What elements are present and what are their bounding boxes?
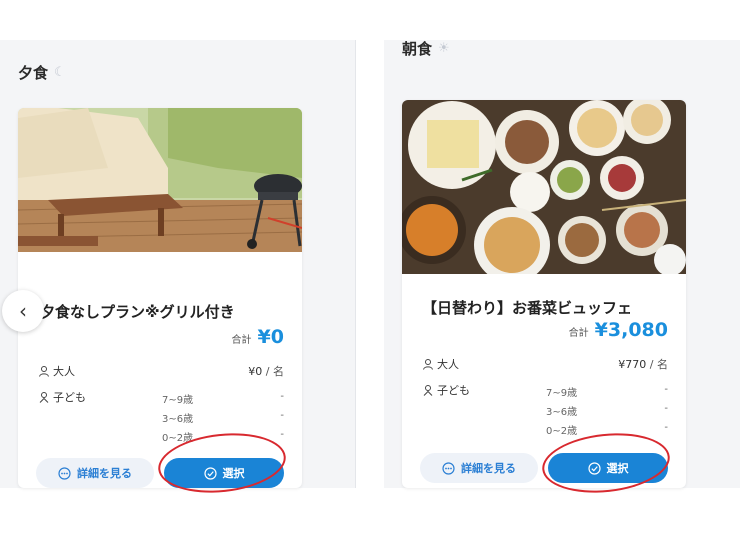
grill-deck-photo — [18, 108, 302, 252]
dinner-total-price: ¥0 — [257, 326, 284, 348]
dinner-plan-card: 夕食なしプラン※グリル付き 合計 ¥0 大人 ¥0 / 名 子ども 7~9歳 - … — [18, 108, 302, 488]
buffet-food-photo — [402, 100, 686, 274]
breakfast-panel: 朝食 ☀ 【日替わり】お番菜ビュッフェ 合計 ¥3,080 大人 ¥770 / … — [384, 40, 740, 488]
breakfast-age-row-1: 7~9歳 - — [546, 384, 668, 399]
breakfast-total: 合計 ¥3,080 — [568, 319, 668, 341]
sun-icon: ☀ — [438, 41, 450, 56]
breakfast-age-row-3: 0~2歳 - — [546, 422, 668, 437]
person-icon — [39, 366, 49, 377]
dinner-age-row-3: 0~2歳 - — [162, 429, 284, 444]
dinner-adult-row: 大人 ¥0 / 名 — [38, 363, 284, 379]
person-icon — [423, 359, 433, 370]
breakfast-section-title: 朝食 ☀ — [402, 40, 450, 58]
dinner-age-row-1: 7~9歳 - — [162, 391, 284, 406]
dinner-detail-button[interactable]: 詳細を見る — [36, 458, 154, 488]
check-circle-icon — [203, 466, 217, 480]
child-icon — [423, 385, 433, 396]
more-icon — [442, 461, 455, 475]
more-icon — [58, 466, 71, 480]
carousel-prev-button[interactable]: ‹ — [2, 290, 44, 332]
check-circle-icon — [587, 461, 601, 475]
dinner-section-title: 夕食 ☾ — [18, 64, 66, 82]
dinner-total: 合計 ¥0 — [231, 326, 284, 348]
breakfast-select-button[interactable]: 選択 — [548, 453, 668, 483]
child-icon — [39, 392, 49, 403]
chevron-left-icon: ‹ — [19, 299, 27, 323]
breakfast-adult-row: 大人 ¥770 / 名 — [422, 356, 668, 372]
dinner-panel: 夕食 ☾ 夕食なしプラン※グリル付き 合計 ¥0 大人 ¥0 / 名 子ども 7… — [0, 40, 356, 488]
dinner-plan-title: 夕食なしプラン※グリル付き — [40, 303, 235, 321]
dinner-select-button[interactable]: 選択 — [164, 458, 284, 488]
breakfast-total-price: ¥3,080 — [594, 319, 668, 341]
moon-icon: ☾ — [54, 65, 66, 80]
breakfast-plan-card: 【日替わり】お番菜ビュッフェ 合計 ¥3,080 大人 ¥770 / 名 子ども… — [402, 100, 686, 488]
breakfast-age-row-2: 3~6歳 - — [546, 403, 668, 418]
dinner-age-row-2: 3~6歳 - — [162, 410, 284, 425]
breakfast-detail-button[interactable]: 詳細を見る — [420, 453, 538, 483]
breakfast-plan-title: 【日替わり】お番菜ビュッフェ — [422, 299, 633, 317]
